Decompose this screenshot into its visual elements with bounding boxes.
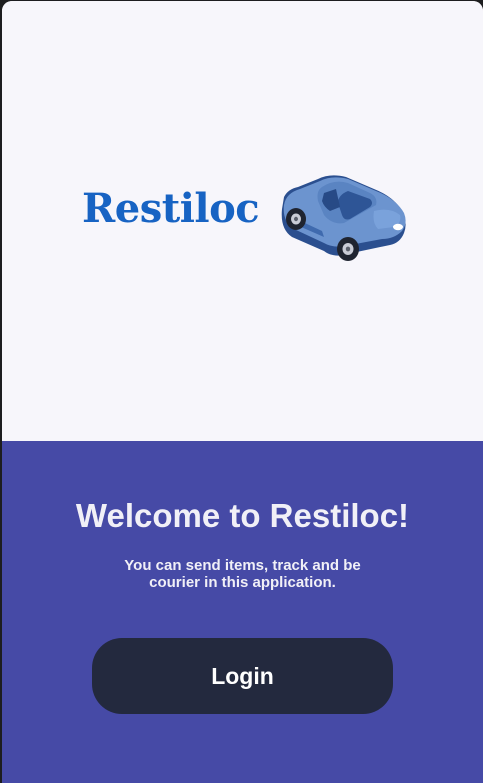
- hero-section: Restiloc: [2, 1, 483, 441]
- app-screen: Restiloc Welcome to Restiloc! You can se…: [2, 1, 483, 783]
- welcome-title: Welcome to Restiloc!: [75, 497, 410, 534]
- brand-logo: Restiloc: [82, 185, 260, 232]
- welcome-panel: [2, 441, 483, 783]
- car-icon: [281, 175, 406, 261]
- welcome-subtitle: You can send items, track and be courier…: [124, 557, 361, 591]
- login-button[interactable]: Login: [92, 638, 393, 714]
